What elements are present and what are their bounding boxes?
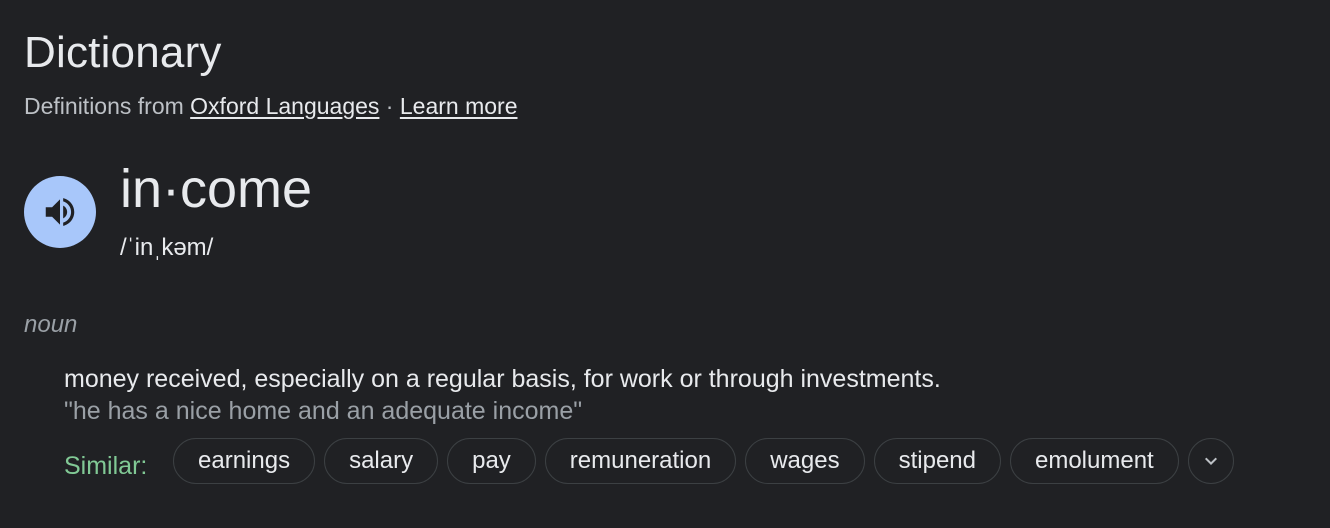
similar-chip-remuneration[interactable]: remuneration — [544, 438, 737, 484]
oxford-languages-link[interactable]: Oxford Languages — [190, 93, 379, 119]
similar-chip-pay[interactable]: pay — [447, 438, 536, 484]
pronunciation-audio-button[interactable] — [24, 176, 96, 248]
part-of-speech: noun — [24, 311, 78, 338]
phonetic-transcription: /ˈinˌkəm/ — [120, 234, 214, 261]
chevron-down-icon — [1204, 457, 1217, 465]
speaker-icon — [45, 198, 75, 226]
similar-words-list: earnings salary pay remuneration wages s… — [173, 438, 1234, 484]
source-separator: · — [379, 93, 400, 119]
learn-more-link[interactable]: Learn more — [400, 93, 518, 119]
example-sentence: "he has a nice home and an adequate inco… — [64, 397, 583, 425]
headword: in·come — [120, 159, 313, 219]
source-prefix: Definitions from — [24, 93, 184, 119]
source-line: Definitions from Oxford Languages · Lear… — [24, 92, 518, 120]
similar-label: Similar: — [64, 452, 148, 480]
expand-similar-button[interactable] — [1187, 438, 1234, 484]
similar-chip-salary[interactable]: salary — [324, 438, 439, 484]
similar-chip-emolument[interactable]: emolument — [1009, 438, 1179, 484]
similar-chip-wages[interactable]: wages — [745, 438, 865, 484]
similar-chip-stipend[interactable]: stipend — [873, 438, 1001, 484]
dictionary-title: Dictionary — [24, 28, 222, 77]
similar-chip-earnings[interactable]: earnings — [173, 438, 316, 484]
definition-text: money received, especially on a regular … — [64, 365, 941, 393]
